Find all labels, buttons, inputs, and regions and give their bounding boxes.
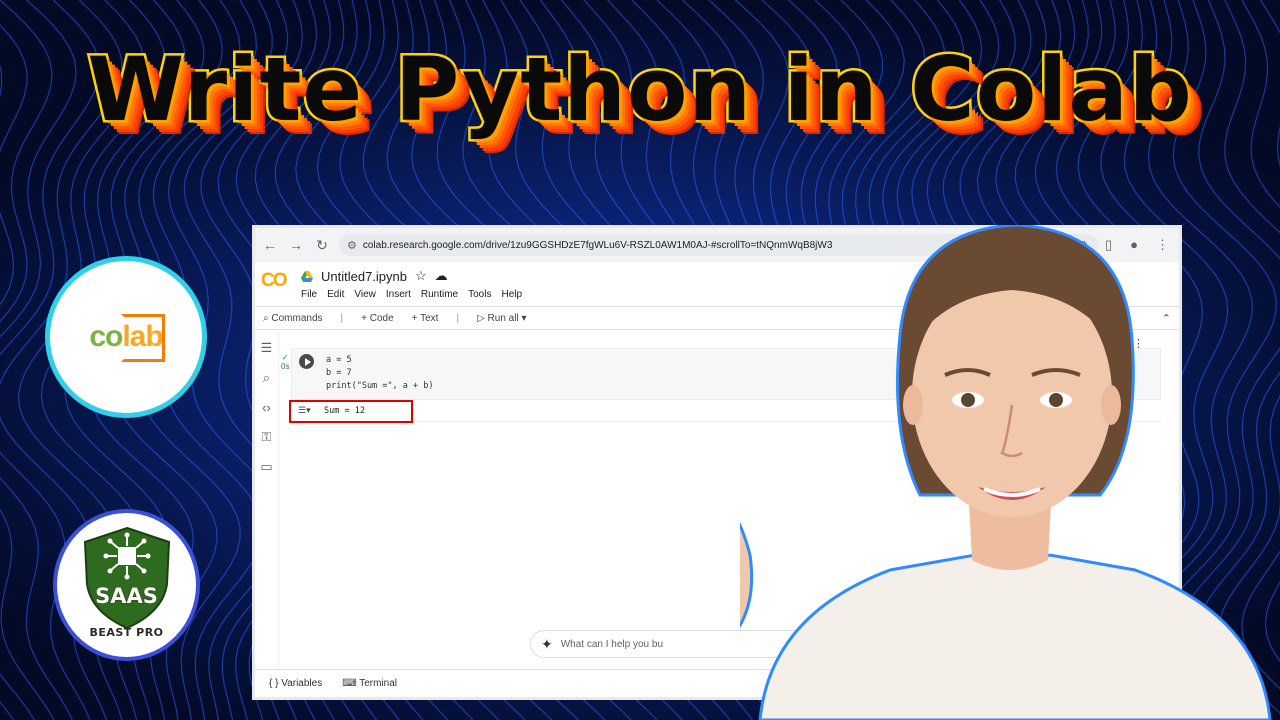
- toolbar-divider-2: |: [456, 312, 460, 324]
- menu-file[interactable]: File: [301, 289, 317, 300]
- toolbar-divider: |: [340, 312, 344, 324]
- variables-label: Variables: [281, 678, 323, 689]
- table-of-contents-icon[interactable]: ☰: [261, 340, 273, 356]
- menu-edit[interactable]: Edit: [327, 289, 344, 300]
- colab-logo: colab: [45, 256, 207, 418]
- colab-wordmark-co: co: [89, 320, 123, 353]
- menu-tools[interactable]: Tools: [468, 289, 491, 300]
- colab-co-logo[interactable]: CO: [261, 270, 287, 292]
- gemini-sparkle-icon: ✦: [541, 635, 553, 652]
- shield-icon: SAAS: [81, 526, 173, 630]
- run-all-button[interactable]: ▷ Run all ▾: [477, 313, 526, 324]
- menu-bar: File Edit View Insert Runtime Tools Help: [301, 289, 522, 300]
- left-sidebar: ☰ ⌕ ‹› ⚿ ▭: [255, 332, 279, 669]
- back-icon[interactable]: ←: [261, 237, 279, 253]
- cloud-icon: ☁: [434, 268, 448, 283]
- colab-wordmark: colab: [89, 314, 166, 362]
- cell-status: ✓ 0s: [281, 353, 290, 371]
- terminal-tab[interactable]: ⌨ Terminal: [342, 678, 397, 689]
- saas-beast-pro-logo: SAAS BEAST PRO: [53, 509, 200, 661]
- run-all-label: Run all: [487, 312, 519, 324]
- drive-icon: [301, 270, 313, 282]
- cell-status-time: 0s: [281, 362, 290, 371]
- reload-icon[interactable]: ↻: [313, 237, 331, 254]
- find-icon[interactable]: ⌕: [263, 370, 270, 386]
- cell-code[interactable]: a = 5 b = 7 print("Sum =", a + b): [326, 354, 433, 393]
- forward-icon[interactable]: →: [287, 237, 305, 253]
- menu-insert[interactable]: Insert: [386, 289, 411, 300]
- gemini-placeholder: What can I help you bu: [560, 638, 664, 650]
- notebook-title-row: Untitled7.ipynb ☆ ☁: [301, 268, 448, 284]
- colab-frame-icon: [121, 314, 166, 362]
- secrets-key-icon[interactable]: ⚿: [262, 429, 272, 445]
- output-highlight-box: [289, 400, 413, 423]
- terminal-label: Terminal: [359, 678, 398, 689]
- add-code-button[interactable]: + Code: [361, 313, 394, 324]
- commands-label: Commands: [271, 312, 323, 324]
- files-folder-icon[interactable]: ▭: [260, 459, 272, 475]
- run-cell-button[interactable]: [299, 354, 314, 369]
- star-icon[interactable]: ☆: [415, 268, 427, 284]
- add-text-button[interactable]: + Text: [412, 313, 439, 324]
- site-settings-icon[interactable]: ⚙: [347, 239, 357, 252]
- headline-title: Write Python in Colab: [85, 36, 1194, 144]
- saas-name-text: SAAS: [95, 583, 159, 608]
- variables-tab[interactable]: { } Variables: [269, 678, 322, 689]
- presenter-woman-image: [740, 225, 1272, 720]
- commands-button[interactable]: ⌕ Commands: [263, 313, 323, 324]
- menu-view[interactable]: View: [354, 289, 376, 300]
- notebook-title[interactable]: Untitled7.ipynb: [321, 269, 407, 284]
- menu-runtime[interactable]: Runtime: [421, 289, 458, 300]
- code-snippets-icon[interactable]: ‹›: [262, 400, 271, 415]
- menu-help[interactable]: Help: [501, 289, 522, 300]
